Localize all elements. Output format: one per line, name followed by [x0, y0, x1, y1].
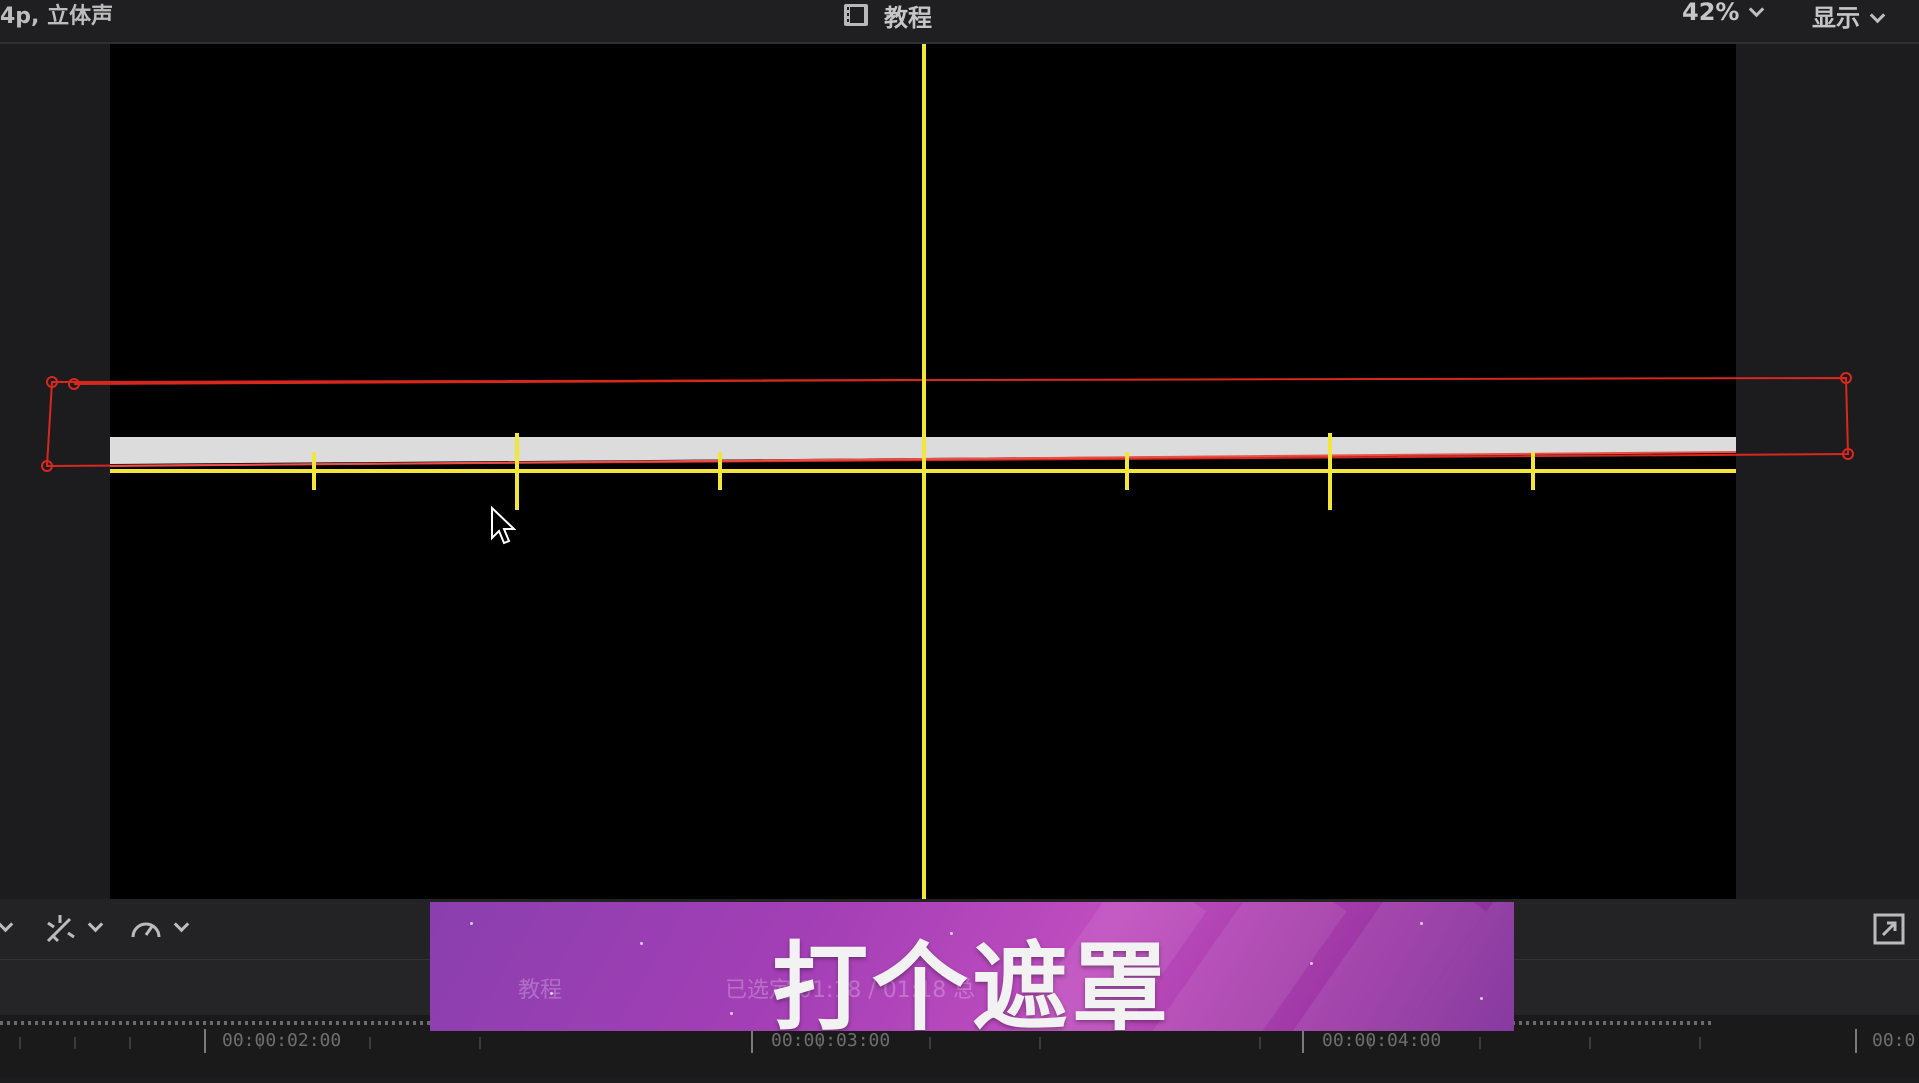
fullscreen-button[interactable] [1873, 911, 1905, 947]
viewer-canvas[interactable] [110, 44, 1736, 899]
chevron-down-icon [173, 916, 190, 932]
subtitle-caption: 打个遮罩 [772, 932, 1172, 1031]
timecode-label: 00:0 [1872, 1030, 1916, 1051]
tool-menu-left[interactable] [0, 911, 14, 947]
chevron-down-icon [87, 916, 104, 932]
clip-icon [844, 4, 868, 26]
zoom-menu[interactable]: 42% [1682, 0, 1765, 26]
timecode-label: 00:00:04:00 [1322, 1030, 1442, 1051]
transform-icon [46, 915, 75, 943]
viewer-title-group: 教程 [842, 0, 932, 32]
chevron-down-icon [1869, 7, 1886, 24]
chevron-down-icon [1749, 1, 1765, 18]
chevron-down-icon [0, 916, 14, 932]
timecode-label: 00:00:03:00 [771, 1030, 891, 1051]
display-label: 显示 [1812, 4, 1860, 32]
speed-icon [131, 922, 161, 938]
fullscreen-icon [1873, 913, 1905, 945]
caption-banner: 教程 已选定 01:18 / 01:18 总 打个遮罩 [430, 902, 1514, 1031]
format-info: 4p, 立体声 [0, 4, 114, 29]
zoom-value: 42% [1682, 0, 1740, 26]
viewer-header: 4p, 立体声 教程 42% 显示 [0, 0, 1919, 44]
project-title: 教程 [884, 3, 932, 32]
transform-tool[interactable] [42, 911, 104, 947]
timecode-label: 00:00:02:00 [222, 1030, 342, 1051]
speed-tool[interactable] [128, 911, 190, 947]
display-menu[interactable]: 显示 [1812, 0, 1886, 33]
